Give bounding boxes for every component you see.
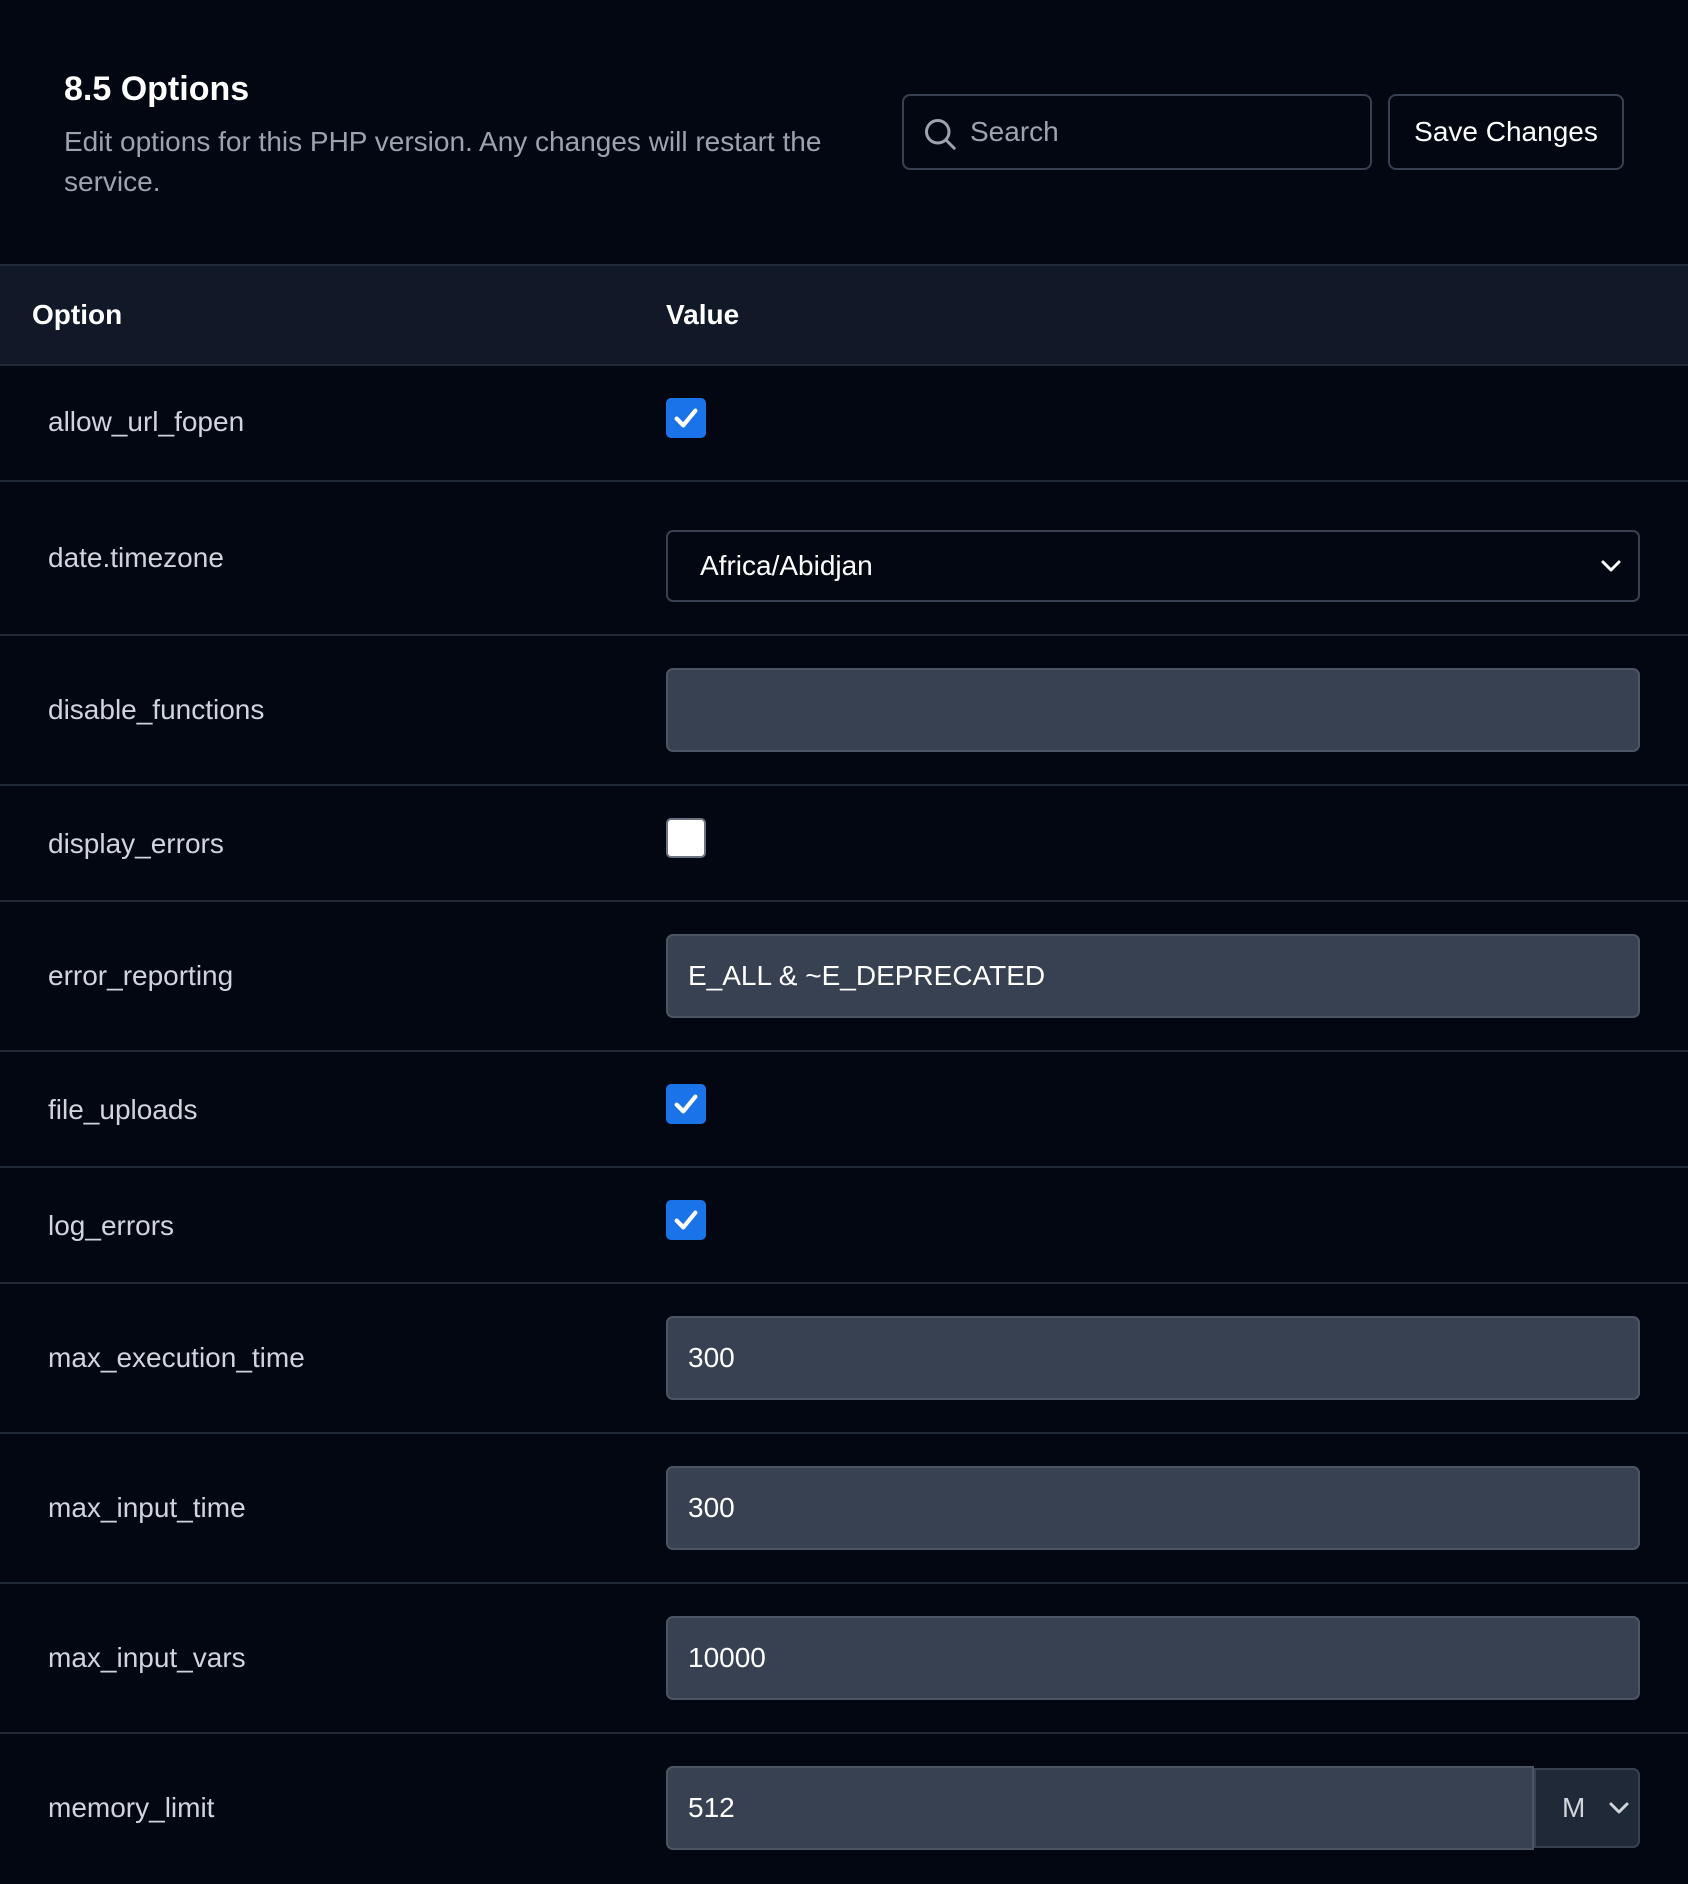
option-label: file_uploads (48, 1094, 198, 1125)
memory-unit-value: M (1562, 1792, 1586, 1823)
save-changes-button[interactable]: Save Changes (1388, 94, 1624, 170)
option-label: error_reporting (48, 960, 234, 991)
table-row: allow_url_fopen (0, 366, 1688, 482)
checkmark-icon (674, 1094, 698, 1114)
option-label: memory_limit (48, 1792, 215, 1823)
checkmark-icon (674, 1210, 698, 1230)
option-label: display_errors (48, 828, 224, 859)
table-row: date.timezone Africa/Abidjan (0, 482, 1688, 636)
option-label: date.timezone (48, 542, 224, 573)
timezone-select-value: Africa/Abidjan (700, 550, 873, 581)
timezone-select[interactable]: Africa/Abidjan (666, 530, 1640, 602)
max-input-vars-input[interactable]: 10000 (666, 1616, 1640, 1700)
option-label: allow_url_fopen (48, 406, 245, 437)
log-errors-checkbox[interactable] (666, 1200, 706, 1240)
table-row: max_execution_time 300 (0, 1284, 1688, 1434)
table-row: log_errors (0, 1168, 1688, 1284)
search-icon (925, 119, 956, 150)
table-row: file_uploads (0, 1052, 1688, 1168)
option-label: disable_functions (48, 694, 265, 725)
memory-unit-select[interactable]: M (1534, 1768, 1640, 1848)
checkmark-icon (674, 408, 698, 428)
page-header: 8.5 Options Edit options for this PHP ve… (0, 0, 1688, 264)
memory-limit-input[interactable]: 512 (666, 1766, 1534, 1850)
page-title: 8.5 Options (64, 70, 250, 108)
table-row: max_input_time 300 (0, 1434, 1688, 1584)
error-reporting-input[interactable]: E_ALL & ~E_DEPRECATED (666, 934, 1640, 1018)
table-row: memory_limit 512 M (0, 1734, 1688, 1884)
option-label: max_input_vars (48, 1642, 246, 1673)
column-header-option: Option (32, 299, 123, 330)
chevron-down-icon (1609, 1802, 1629, 1814)
file-uploads-checkbox[interactable] (666, 1084, 706, 1124)
max-execution-time-input[interactable]: 300 (666, 1316, 1640, 1400)
table-row: error_reporting E_ALL & ~E_DEPRECATED (0, 902, 1688, 1052)
options-table: Option Value allow_url_fopen date.timezo… (0, 264, 1688, 1884)
display-errors-checkbox[interactable] (666, 818, 706, 858)
disable-functions-input[interactable] (666, 668, 1640, 752)
table-row: disable_functions (0, 636, 1688, 786)
page-description: Edit options for this PHP version. Any c… (64, 126, 822, 197)
column-header-value: Value (666, 299, 740, 330)
option-label: log_errors (48, 1210, 175, 1241)
max-input-time-input[interactable]: 300 (666, 1466, 1640, 1550)
search-input[interactable] (968, 96, 1358, 168)
allow-url-fopen-checkbox[interactable] (666, 398, 706, 438)
table-header: Option Value (0, 264, 1688, 366)
chevron-down-icon (1601, 560, 1621, 572)
table-row: max_input_vars 10000 (0, 1584, 1688, 1734)
option-label: max_input_time (48, 1492, 246, 1523)
table-row: display_errors (0, 786, 1688, 902)
search-box[interactable] (902, 94, 1372, 170)
option-label: max_execution_time (48, 1342, 305, 1373)
